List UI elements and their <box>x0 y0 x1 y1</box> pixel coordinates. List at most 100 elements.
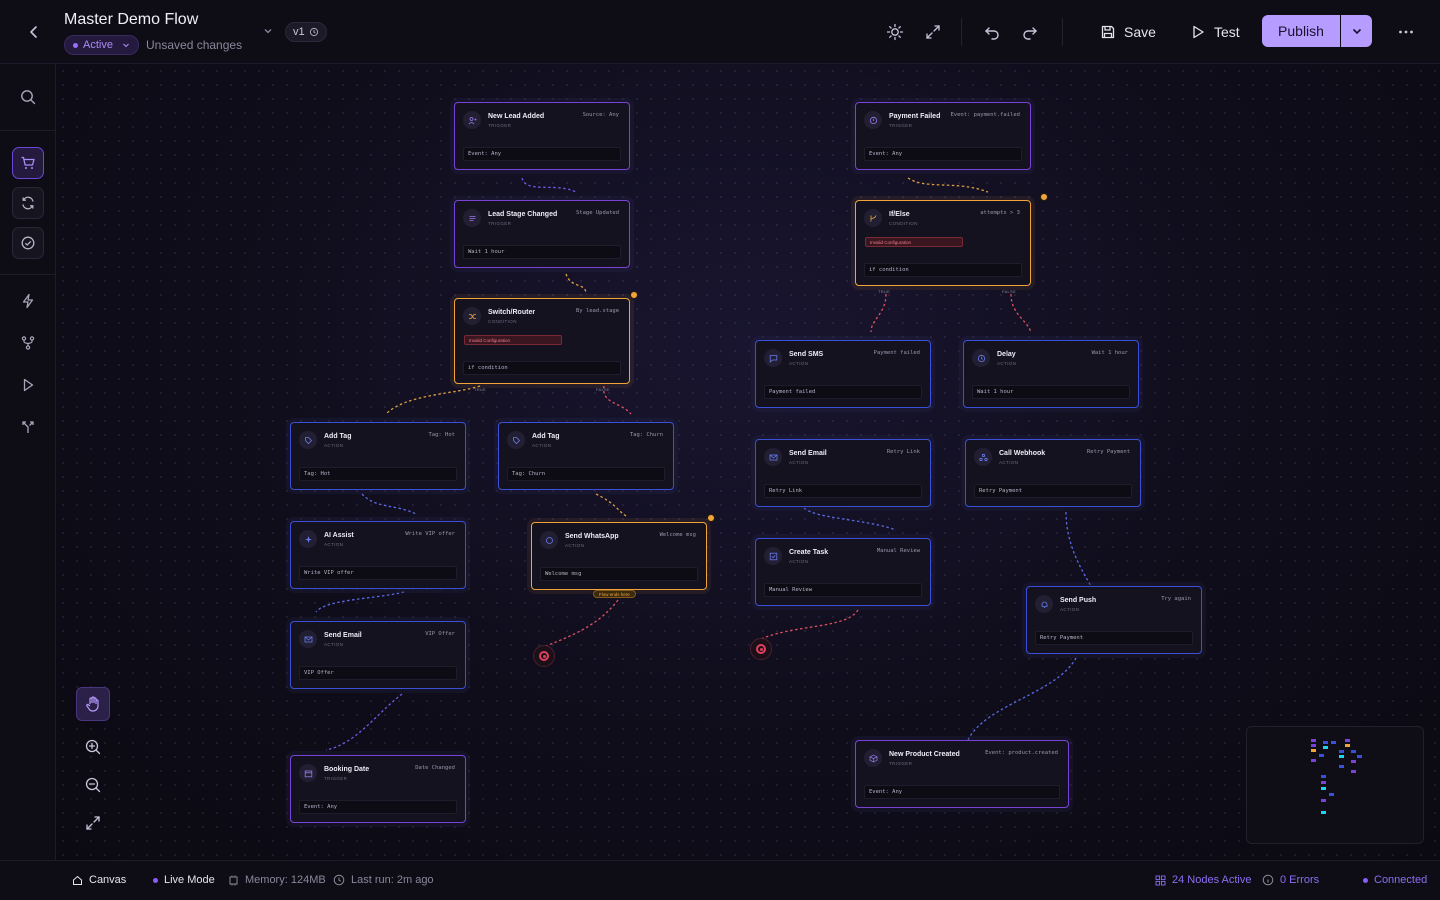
flow-title[interactable]: Master Demo Flow <box>64 11 198 29</box>
target-icon <box>539 651 549 661</box>
node-type: ACTION <box>324 443 344 448</box>
minimap-node <box>1311 759 1316 762</box>
run-button[interactable] <box>12 369 44 401</box>
node-field: Tag: Churn <box>507 467 665 481</box>
node-type: ACTION <box>1060 607 1080 612</box>
publish-options-button[interactable] <box>1341 15 1372 47</box>
minimap-node <box>1351 760 1356 763</box>
nodes-active-indicator[interactable]: 24 Nodes Active <box>1155 874 1252 886</box>
node-type: CONDITION <box>889 221 918 226</box>
user-plus-icon <box>463 111 481 129</box>
merge-button[interactable] <box>12 411 44 443</box>
flow-end-point[interactable] <box>533 645 555 667</box>
node-field: Event: Any <box>299 800 457 814</box>
ecommerce-nodes-button[interactable] <box>12 147 44 179</box>
edge <box>361 493 417 515</box>
message-icon <box>764 349 782 367</box>
branch-false-label: FALSE <box>596 387 610 392</box>
invalid-config-badge: Invalid Configuration <box>865 237 963 247</box>
flow-node[interactable]: New Product Created TRIGGER Event: produ… <box>855 740 1069 808</box>
sync-nodes-button[interactable] <box>12 187 44 219</box>
top-bar: Master Demo Flow Active Unsaved changes … <box>0 0 1440 64</box>
branches-button[interactable] <box>12 327 44 359</box>
edge <box>521 177 577 193</box>
branch-false-label: FALSE <box>1002 289 1016 294</box>
test-button[interactable]: Test <box>1190 20 1240 44</box>
flow-node[interactable]: Create Task ACTION Manual Review Manual … <box>755 538 931 606</box>
flow-node[interactable]: AI Assist ACTION Write VIP offer Write V… <box>290 521 466 589</box>
flow-node[interactable]: Booking Date TRIGGER Date Changed Event:… <box>290 755 466 823</box>
node-field: Tag: Hot <box>299 467 457 481</box>
node-title: Send SMS <box>789 351 824 358</box>
flow-node[interactable]: Send SMS ACTION Payment failed Payment f… <box>755 340 931 408</box>
target-icon <box>756 644 766 654</box>
warning-indicator[interactable] <box>707 514 715 522</box>
flow-node[interactable]: Delay ACTION Wait 1 hour Wait 1 hour <box>963 340 1139 408</box>
node-type: ACTION <box>789 361 809 366</box>
search-button[interactable] <box>12 81 44 113</box>
live-mode-indicator[interactable]: Live Mode <box>153 874 215 886</box>
back-button[interactable] <box>22 20 46 44</box>
warning-indicator[interactable] <box>630 291 638 299</box>
node-title: Add Tag <box>324 433 352 440</box>
flow-node[interactable]: Send Email ACTION VIP Offer VIP Offer <box>290 621 466 689</box>
triggers-button[interactable] <box>12 285 44 317</box>
flow-node[interactable]: Call Webhook ACTION Retry Payment Retry … <box>965 439 1141 507</box>
minimap-node <box>1345 744 1350 747</box>
edge <box>1065 511 1092 587</box>
flow-node[interactable]: If/Else CONDITION attempts > 3 Invalid C… <box>855 200 1031 286</box>
chevron-down-icon <box>1352 28 1361 35</box>
minimap[interactable] <box>1246 726 1424 844</box>
clock-icon <box>333 874 345 886</box>
flow-node[interactable]: Lead Stage Changed TRIGGER Stage Updated… <box>454 200 630 268</box>
flow-node[interactable]: Send WhatsApp ACTION Welcome msg Welcome… <box>531 522 707 590</box>
warning-indicator[interactable] <box>1040 193 1048 201</box>
node-meta: Stage Updated <box>575 210 619 216</box>
node-field: VIP Offer <box>299 666 457 680</box>
node-meta: Write VIP offer <box>405 531 455 537</box>
edge <box>803 507 897 531</box>
tag-icon <box>507 431 525 449</box>
more-options-button[interactable] <box>1394 20 1418 44</box>
node-title: Booking Date <box>324 766 370 773</box>
flow-node[interactable]: New Lead Added TRIGGER Source: Any Event… <box>454 102 630 170</box>
flow-node[interactable]: Add Tag ACTION Tag: Hot Tag: Hot <box>290 422 466 490</box>
flow-canvas[interactable]: New Lead Added TRIGGER Source: Any Event… <box>56 64 1440 860</box>
flow-node[interactable]: Payment Failed TRIGGER Event: payment.fa… <box>855 102 1031 170</box>
memory-label: Memory: 124MB <box>245 874 326 886</box>
publish-button[interactable]: Publish <box>1262 15 1340 47</box>
branch-true-label: TRUE <box>474 387 487 392</box>
status-dropdown[interactable]: Active <box>64 35 139 55</box>
canvas-tab[interactable]: Canvas <box>72 874 126 886</box>
approval-nodes-button[interactable] <box>12 227 44 259</box>
flow-node[interactable]: Send Push ACTION Try again Retry Payment <box>1026 586 1202 654</box>
lightning-icon <box>22 293 34 309</box>
fullscreen-button[interactable] <box>921 20 945 44</box>
pan-tool-button[interactable] <box>76 687 110 721</box>
zoom-in-button[interactable] <box>76 730 110 764</box>
node-type: ACTION <box>565 543 585 548</box>
search-icon <box>21 90 36 105</box>
flow-ends-badge: Flow ends here <box>593 590 636 598</box>
errors-indicator[interactable]: 0 Errors <box>1262 874 1319 886</box>
last-run-indicator: Last run: 2m ago <box>333 874 434 886</box>
webhook-icon <box>974 448 992 466</box>
flow-node[interactable]: Switch/Router CONDITION By lead.stage In… <box>454 298 630 384</box>
node-field: Payment failed <box>764 385 922 399</box>
version-badge[interactable]: v1 <box>285 22 327 42</box>
flow-node[interactable]: Add Tag ACTION Tag: Churn Tag: Churn <box>498 422 674 490</box>
flow-end-point[interactable] <box>750 638 772 660</box>
undo-button[interactable] <box>980 20 1004 44</box>
fit-view-button[interactable] <box>76 806 110 840</box>
play-icon <box>1193 25 1204 39</box>
flow-node[interactable]: Send Email ACTION Retry Link Retry Link <box>755 439 931 507</box>
save-button[interactable]: Save <box>1100 20 1156 44</box>
title-menu-button[interactable] <box>262 24 274 42</box>
nodes-active-label: 24 Nodes Active <box>1172 874 1252 886</box>
save-icon <box>1101 25 1115 39</box>
fit-view-icon <box>86 816 100 830</box>
theme-toggle-button[interactable] <box>883 20 907 44</box>
expand-icon <box>926 25 940 39</box>
zoom-out-button[interactable] <box>76 768 110 802</box>
redo-button[interactable] <box>1018 20 1042 44</box>
